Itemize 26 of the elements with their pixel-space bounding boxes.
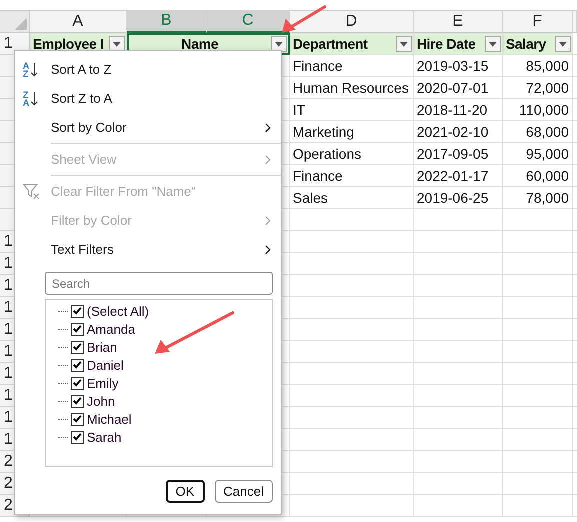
table-cell: 78,000 (503, 187, 573, 209)
header-text: Hire Date (417, 36, 477, 52)
header-text: Department (293, 36, 369, 52)
table-cell: 68,000 (503, 121, 573, 143)
table-cell: 85,000 (503, 55, 573, 77)
table-cell: 110,000 (503, 99, 573, 121)
table-cell: 2019-03-15 (414, 55, 503, 77)
header-text: Name (180, 36, 220, 52)
table-cell: 72,000 (503, 77, 573, 99)
table-cell: 2021-02-10 (414, 121, 503, 143)
table-cell: Operations (290, 143, 414, 165)
table-cell: 60,000 (503, 165, 573, 187)
table-cell: 2020-07-01 (414, 77, 503, 99)
header-text: Salary (506, 36, 548, 52)
table-cell: Sales (290, 187, 414, 209)
table-cell: 2017-09-05 (414, 143, 503, 165)
table-cell: 95,000 (503, 143, 573, 165)
table-cell: 2022-01-17 (414, 165, 503, 187)
header-text: Employee I (33, 36, 105, 52)
table-cell: 2018-11-20 (414, 99, 503, 121)
table-cell: Human Resources (290, 77, 414, 99)
table-cell: Marketing (290, 121, 414, 143)
table-cell: 2019-06-25 (414, 187, 503, 209)
table-cell: Finance (290, 165, 414, 187)
table-cell: IT (290, 99, 414, 121)
table-cell: Finance (290, 55, 414, 77)
